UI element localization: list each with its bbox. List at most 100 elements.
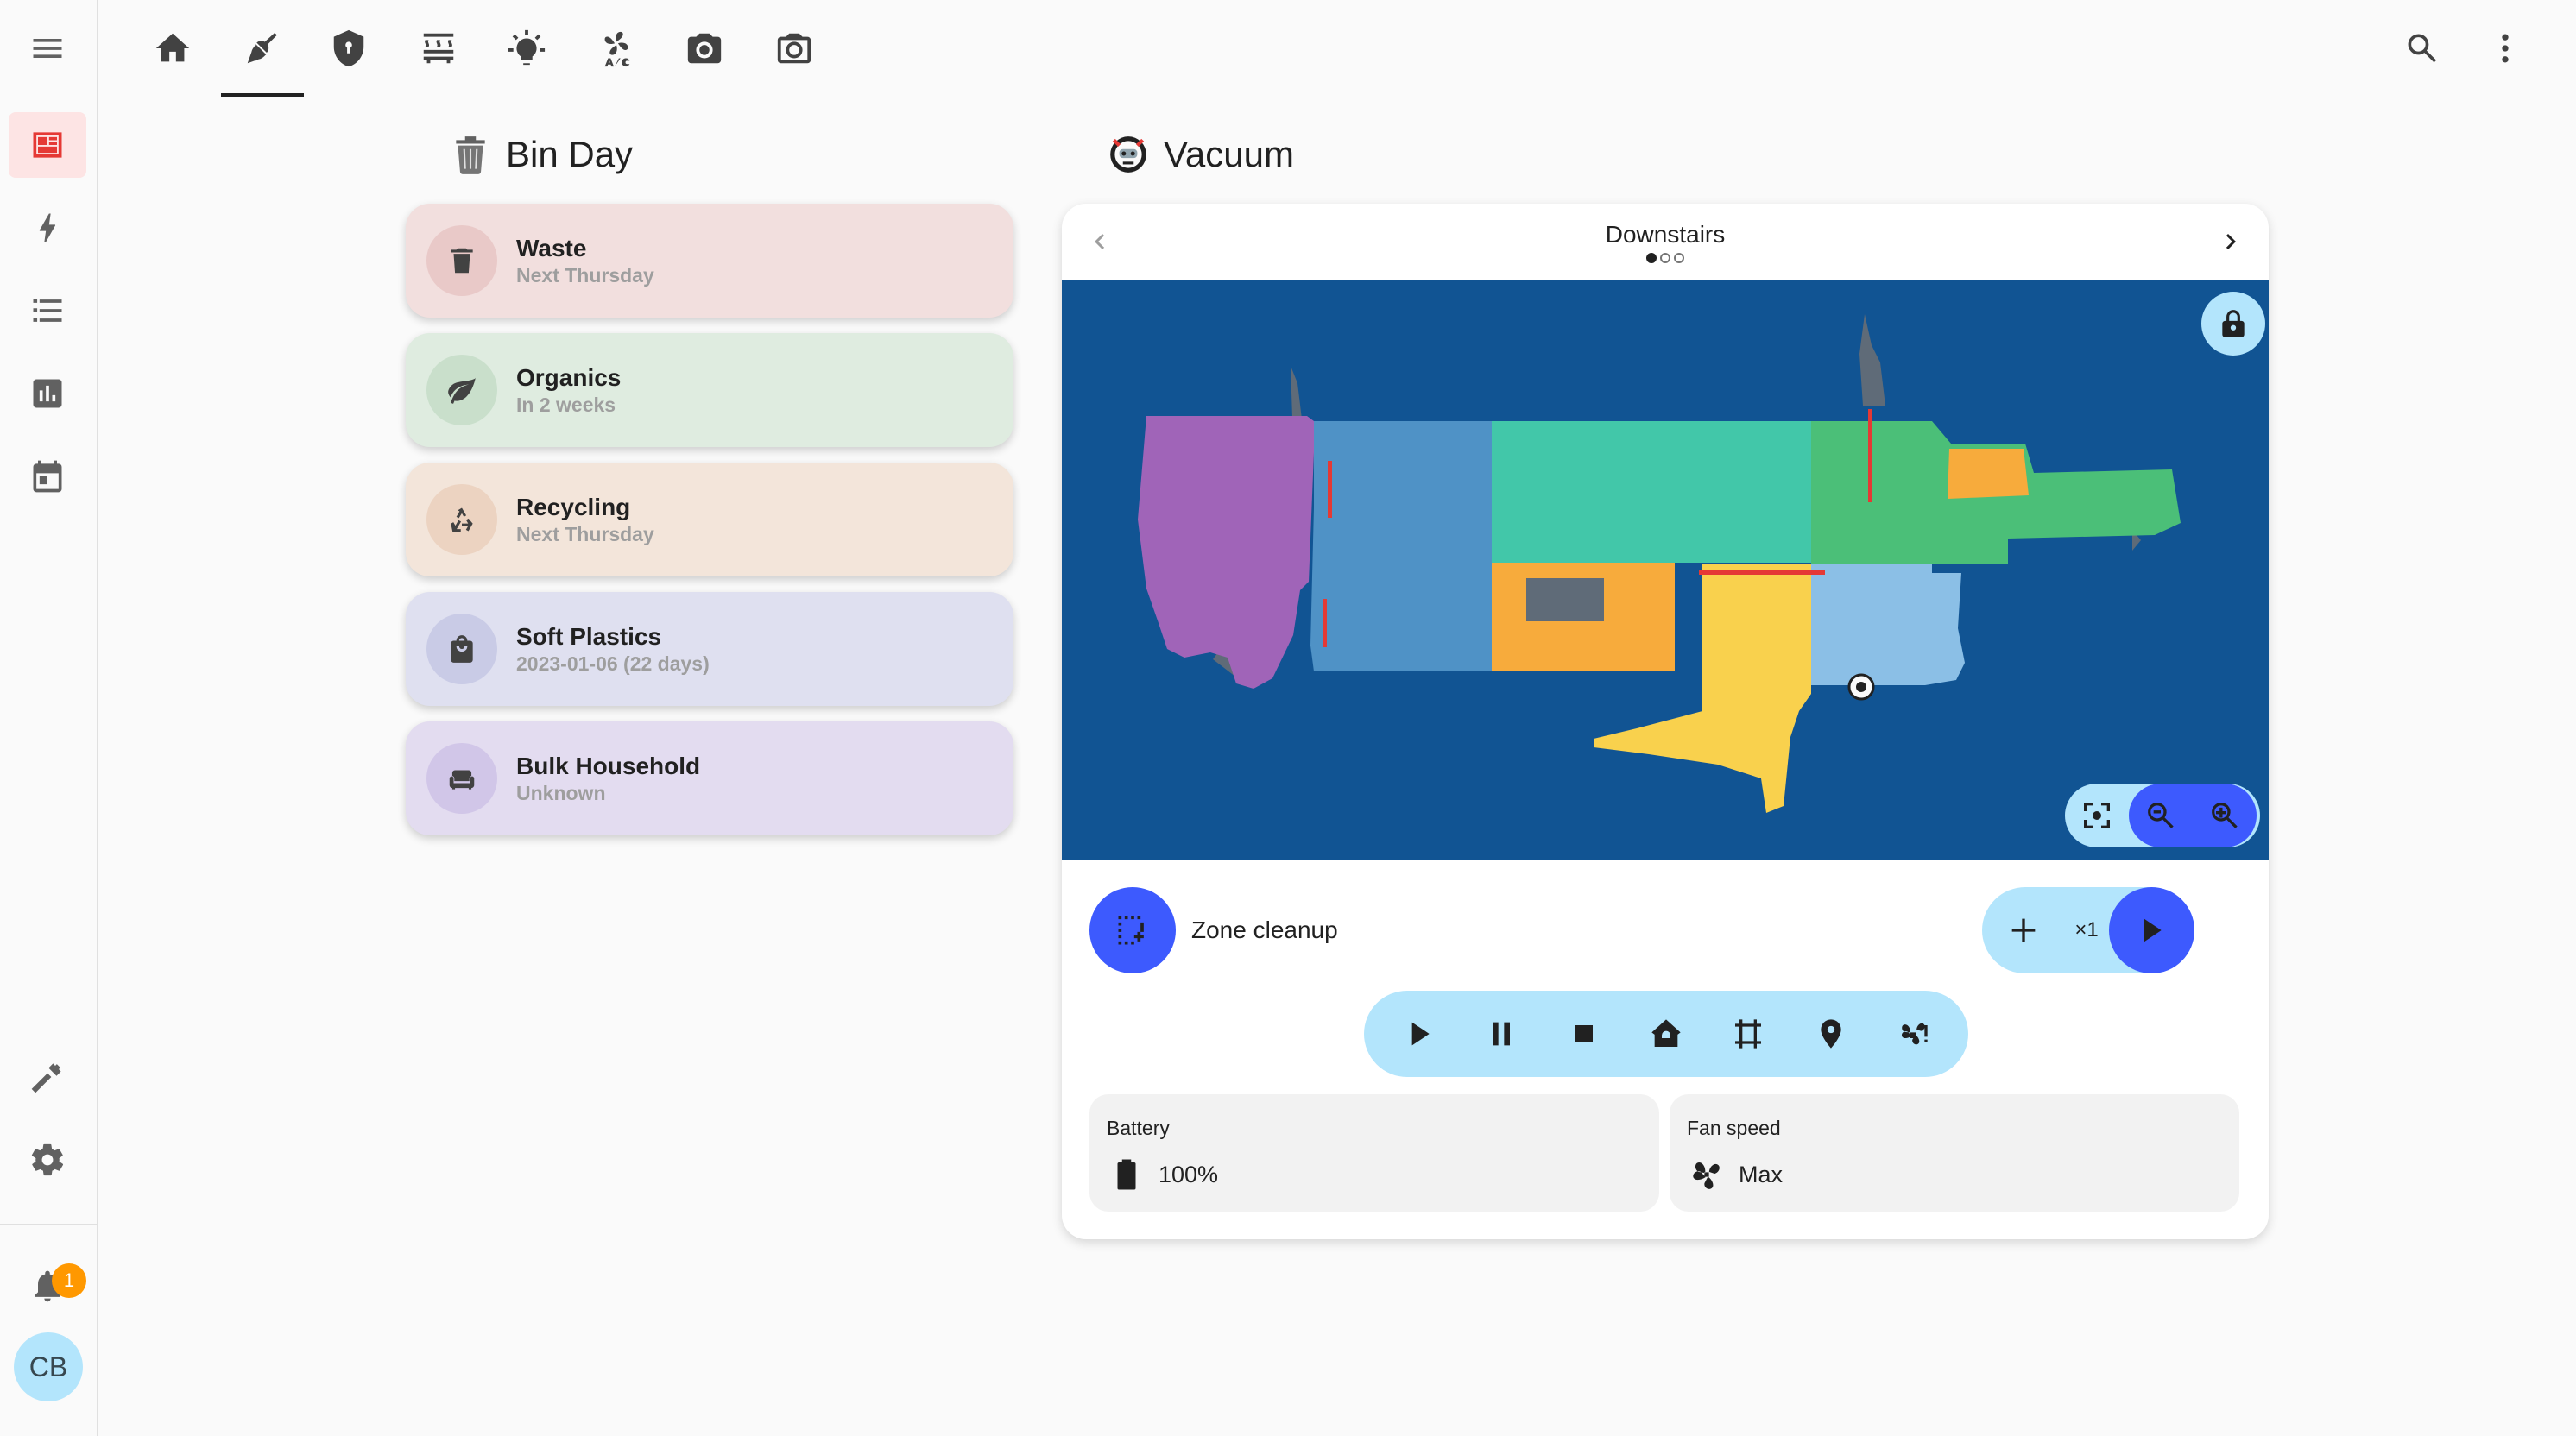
battery-value-row: 100%: [1108, 1156, 1218, 1193]
bin-day-heading: Bin Day: [449, 133, 633, 176]
tab-vacuum[interactable]: [219, 0, 306, 97]
trash-icon: [451, 248, 473, 274]
sidebar-item-overview[interactable]: [9, 112, 86, 178]
bin-name: Bulk Household: [516, 753, 701, 779]
bag-icon: [451, 635, 473, 663]
sidebar-item-calendar[interactable]: [9, 444, 86, 509]
leaf-icon: [448, 377, 476, 404]
bin-card-waste[interactable]: Waste Next Thursday: [406, 204, 1013, 318]
vacuum-map[interactable]: [1062, 280, 2269, 860]
recycle-icon: [451, 507, 473, 532]
locate-button[interactable]: [1796, 999, 1866, 1068]
target-area-icon: [1735, 1019, 1762, 1049]
play-icon: [2144, 918, 2162, 942]
battery-label: Battery: [1107, 1117, 1170, 1139]
battery-tile[interactable]: Battery 100%: [1089, 1094, 1659, 1212]
menu-toggle-button[interactable]: [9, 16, 86, 81]
bin-icon-circle: [426, 355, 497, 425]
bin-name: Soft Plastics: [516, 623, 662, 650]
lightning-icon: [39, 213, 56, 242]
floor-selector: Downstairs: [1062, 204, 2269, 280]
fan-speed-tile[interactable]: Fan speed Max: [1670, 1094, 2239, 1212]
start-zone-cleanup-button[interactable]: [2108, 887, 2194, 973]
floor-dot-active[interactable]: [1646, 253, 1657, 263]
chevron-right-icon: [2226, 234, 2236, 249]
sidebar-item-energy[interactable]: [9, 195, 86, 261]
sidebar-item-developer-tools[interactable]: [9, 1044, 86, 1110]
floor-plan: [1138, 314, 2181, 813]
bin-name: Recycling: [516, 494, 631, 520]
fan-speed-value: Max: [1739, 1161, 1784, 1187]
tab-home[interactable]: [129, 0, 216, 97]
stop-button[interactable]: [1550, 999, 1619, 1068]
tab-air-conditioning[interactable]: [573, 0, 660, 97]
home-icon: [155, 33, 190, 62]
stop-icon: [1575, 1025, 1593, 1042]
sidebar: 1 CB: [0, 0, 98, 1436]
floor-dot[interactable]: [1660, 253, 1670, 263]
bin-day-title: Bin Day: [506, 134, 634, 174]
dots-vertical-icon: [2502, 34, 2509, 63]
plus-icon: [2011, 918, 2035, 942]
sidebar-item-history[interactable]: [9, 361, 86, 426]
zoom-in-icon: [2212, 803, 2238, 828]
gear-icon: [31, 1143, 64, 1176]
sidebar-item-logbook[interactable]: [9, 278, 86, 343]
repeats-button[interactable]: ×1: [2064, 918, 2109, 942]
tab-camera-front[interactable]: [661, 0, 748, 97]
fan-alert-icon: [1902, 1023, 1928, 1045]
camera-outline-icon: [777, 33, 811, 64]
play-icon: [1411, 1022, 1430, 1046]
bin-card-bulk-household[interactable]: Bulk Household Unknown: [406, 721, 1013, 835]
next-floor-button[interactable]: [2210, 221, 2251, 262]
tab-security[interactable]: [306, 0, 392, 97]
tab-camera-back[interactable]: [751, 0, 837, 97]
select-zone-icon: [1118, 916, 1144, 945]
floor-pagination: [1062, 253, 2269, 263]
sofa-icon: [449, 770, 475, 790]
shield-icon: [333, 29, 364, 67]
fit-map-button[interactable]: [2065, 784, 2129, 847]
lock-icon: [2222, 310, 2245, 337]
return-home-button[interactable]: [1632, 999, 1701, 1068]
tab-climate[interactable]: [395, 0, 482, 97]
home-dock-icon: [1651, 1019, 1681, 1047]
pause-button[interactable]: [1467, 999, 1536, 1068]
vacuum-map-card: Downstairs Zone cleanup ×1 Battery 100% …: [1062, 204, 2269, 1239]
zone-mode-button[interactable]: [1089, 887, 1176, 973]
bin-schedule: Next Thursday: [516, 264, 654, 287]
zoom-in-button[interactable]: [2193, 784, 2257, 847]
sidebar-divider: [0, 1224, 97, 1225]
bin-icon-circle: [426, 614, 497, 684]
avatar[interactable]: CB: [14, 1332, 83, 1401]
pause-icon: [1493, 1022, 1511, 1046]
add-zone-button[interactable]: [1982, 887, 2064, 973]
zoom-out-button[interactable]: [2129, 784, 2193, 847]
zone-mode-label: Zone cleanup: [1191, 916, 1338, 943]
bin-card-recycling[interactable]: Recycling Next Thursday: [406, 463, 1013, 576]
overflow-menu-button[interactable]: [2476, 19, 2535, 78]
bin-card-soft-plastics[interactable]: Soft Plastics 2023-01-06 (22 days): [406, 592, 1013, 706]
bin-icon-circle: [426, 484, 497, 555]
clean-spot-button[interactable]: [1714, 999, 1783, 1068]
bin-icon-circle: [426, 225, 497, 296]
tab-lights[interactable]: [483, 0, 570, 97]
search-button[interactable]: [2393, 19, 2452, 78]
dashboard-icon: [33, 132, 62, 158]
fan-speed-button[interactable]: [1878, 999, 1948, 1068]
sidebar-item-settings[interactable]: [9, 1127, 86, 1193]
map-marker-icon: [1821, 1019, 1841, 1049]
bin-icon-circle: [426, 743, 497, 814]
fan-icon: [1693, 1162, 1720, 1189]
search-icon: [2408, 34, 2437, 63]
map-lock-button[interactable]: [2201, 292, 2265, 356]
map-zoom-controls: [2065, 784, 2260, 847]
notification-badge: 1: [52, 1263, 86, 1298]
floor-dot[interactable]: [1674, 253, 1684, 263]
trash-can-icon: [456, 136, 485, 174]
zoom-out-icon: [2148, 803, 2174, 828]
bin-card-organics[interactable]: Organics In 2 weeks: [406, 333, 1013, 447]
calendar-icon: [33, 460, 62, 493]
fan-speed-label: Fan speed: [1687, 1117, 1781, 1139]
start-button[interactable]: [1385, 999, 1454, 1068]
